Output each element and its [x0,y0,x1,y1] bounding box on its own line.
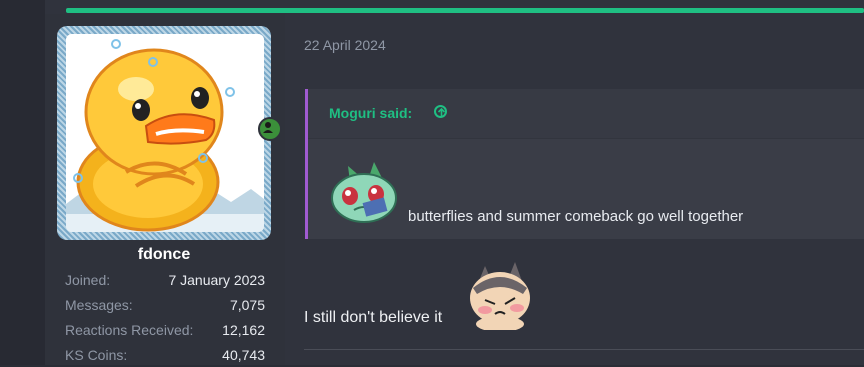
stat-messages: Messages: 7,075 [65,297,265,317]
angry-cat-emoji [470,262,530,330]
avatar[interactable] [66,34,264,232]
post-body-text: I still don't believe it [304,309,443,326]
stat-value: 12,162 [222,322,265,338]
post-date-link[interactable]: 22 April 2024 [304,37,386,53]
plant-creature-emoji [328,156,400,226]
quote-block: Moguri said: butterflies and summer come… [305,89,864,239]
post-divider [304,349,864,350]
stat-value: 40,743 [222,347,265,363]
stat-ks-coins: KS Coins: 40,743 [65,347,265,367]
post-accent-bar [66,8,864,13]
stat-reactions: Reactions Received: 12,162 [65,322,265,342]
quote-text: butterflies and summer comeback go well … [408,208,744,225]
stat-value: 7,075 [229,297,265,313]
left-gutter [0,0,45,365]
duck-avatar-image [66,34,264,232]
stat-label: Joined: [65,272,111,288]
online-status-icon [258,117,282,141]
stat-joined: Joined: 7 January 2023 [65,272,265,292]
arrow-up-circle-icon[interactable] [434,105,447,118]
stat-label: KS Coins: [65,347,128,363]
stat-value: 7 January 2023 [168,272,265,288]
stat-label: Reactions Received: [65,322,194,338]
stat-label: Messages: [65,297,133,313]
quote-author-link[interactable]: Moguri said: [329,105,412,121]
username-link[interactable]: fdonce [57,246,271,264]
